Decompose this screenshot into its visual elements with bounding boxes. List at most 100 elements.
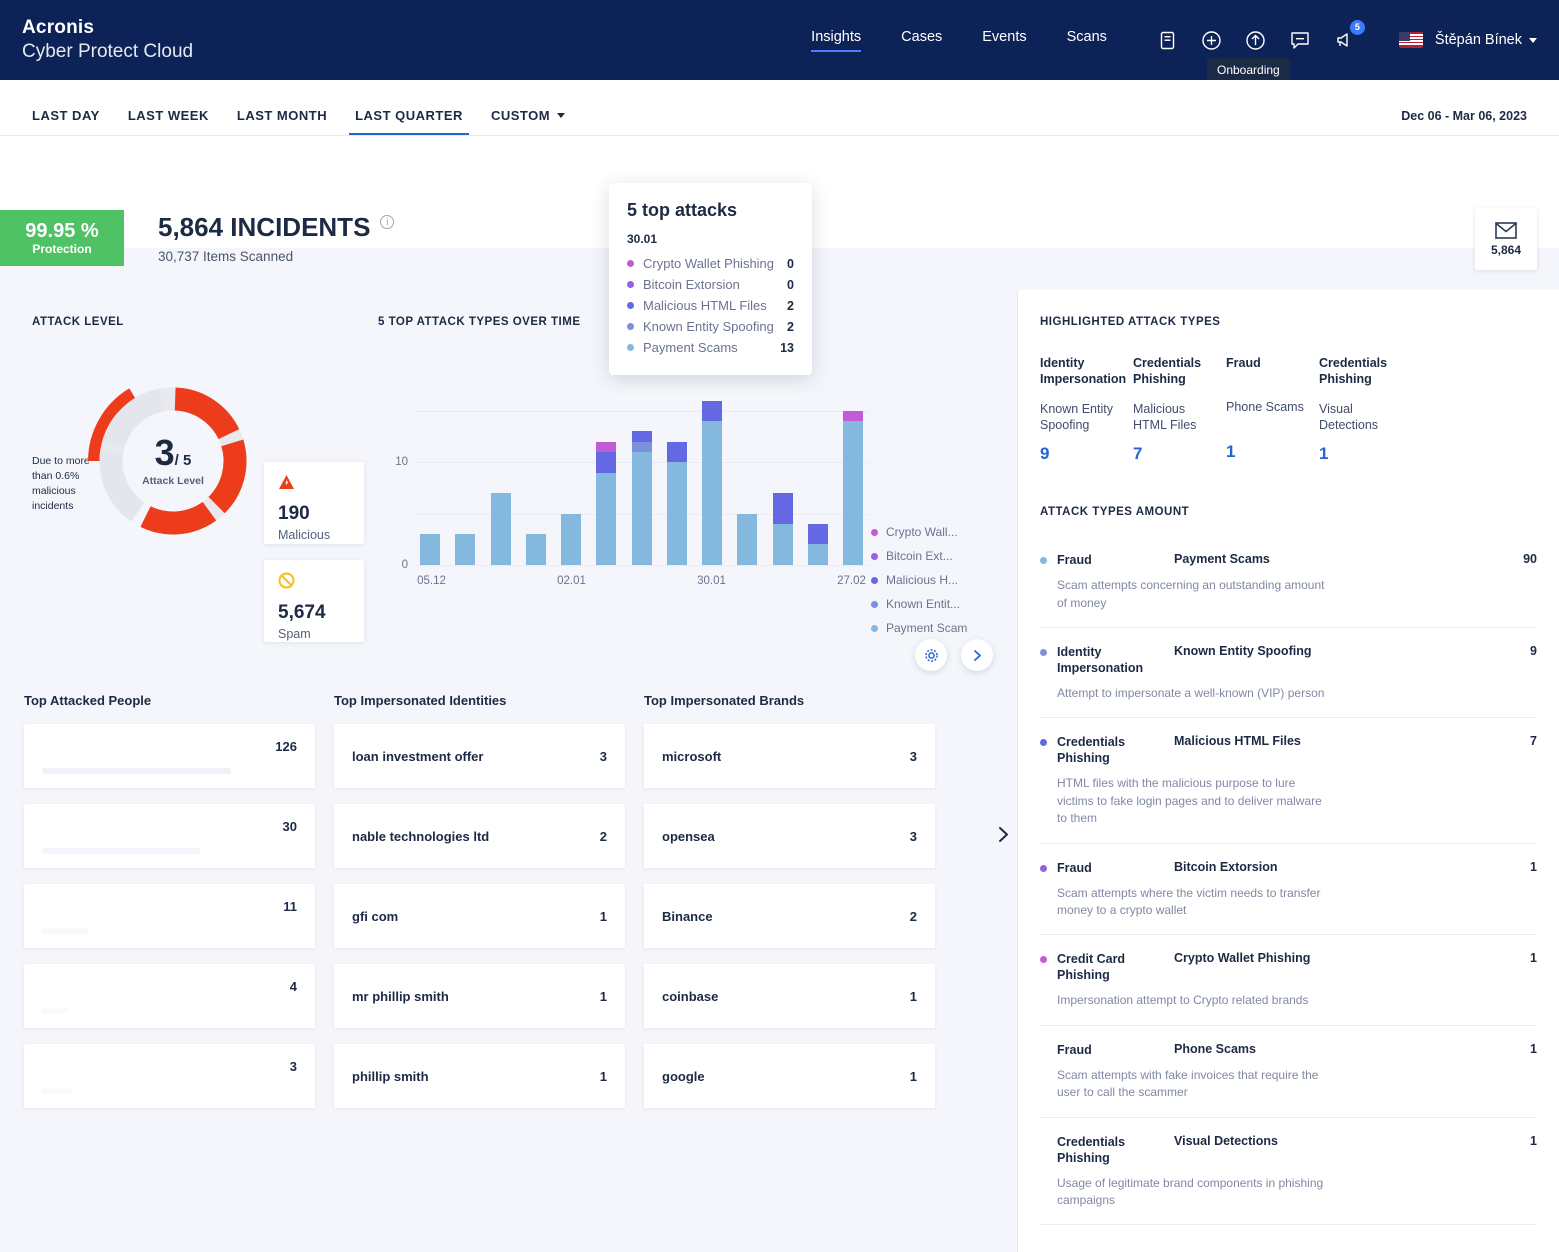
bar-column[interactable] [525,380,546,565]
x-tick-label: 02.01 [557,575,586,587]
attack-level-max: / 5 [174,452,192,469]
attack-types-amount-list: Fraud Payment Scams 90 Scam attempts concer… [1040,536,1537,1226]
nav-link-scans[interactable]: Scans [1067,29,1107,52]
bar-segment [596,472,617,565]
attack-type-count: 1 [1530,1133,1537,1148]
bar-column[interactable] [737,380,758,565]
nav-link-insights[interactable]: Insights [811,29,861,52]
attack-type-row[interactable]: Credit Card Phishing Crypto Wallet Phishi… [1040,935,1537,1026]
legend-label: Crypto Wall... [886,525,958,539]
bar-segment [737,513,758,565]
bar-column[interactable] [561,380,581,565]
attack-type-row[interactable]: Fraud Phone Scams 1 Scam attempts with fake… [1040,1026,1537,1118]
language-flag-icon[interactable] [1398,32,1423,48]
bar-column[interactable] [807,380,828,565]
list-item-count: 1 [599,988,607,1004]
mail-count-card[interactable]: 5,864 [1475,208,1537,270]
attack-type-row[interactable]: Fraud Payment Scams 90 Scam attempts concer… [1040,536,1537,629]
legend-label: Malicious H... [886,573,959,587]
list-item[interactable]: loan investment offer 3 [334,724,625,788]
plus-circle-icon[interactable] [1199,27,1225,53]
bar-column[interactable] [420,380,440,565]
bar-column[interactable] [772,380,793,565]
tab-last-week[interactable]: LAST WEEK [114,108,223,135]
highlighted-attack-type[interactable]: Credentials Phishing Malicious HTML Files… [1133,356,1226,464]
bar-column[interactable] [631,380,652,565]
next-page-button[interactable] [961,639,993,671]
highlighted-attack-type[interactable]: Identity Impersonation Known Entity Spoof… [1040,356,1133,464]
bar-column[interactable] [455,380,476,565]
legend-dot-icon [627,281,634,288]
tooltip-row-label: Payment Scams [643,340,738,355]
legend-dot-icon [871,600,878,608]
bar-segment [702,400,722,422]
highlighted-category: Credentials Phishing [1133,356,1202,386]
attack-type-row[interactable]: Credentials Phishing Visual Detections 1 Us… [1040,1118,1537,1226]
legend-item[interactable]: Payment Scam [871,621,991,635]
legend-dot-icon [627,260,634,267]
attack-type-description: Impersonation attempt to Crypto related … [1057,993,1309,1008]
bar-column[interactable] [843,380,863,565]
time-filter-bar: LAST DAY LAST WEEK LAST MONTH LAST QUART… [0,80,1559,136]
list-item[interactable]: mr phillip smith 1 [334,964,625,1028]
y-tick-label: 0 [401,559,408,571]
list-item[interactable]: phillip smith 1 [334,1044,625,1108]
list-item[interactable]: coinbase 1 [644,964,935,1028]
list-item[interactable]: google 1 [644,1044,935,1108]
attack-type-description: Scam attempts where the victim needs to … [1057,885,1321,917]
settings-gear-button[interactable] [915,639,947,671]
chat-icon[interactable] [1287,27,1313,53]
tab-last-quarter[interactable]: LAST QUARTER [341,108,477,135]
list-item[interactable]: 4 [24,964,315,1028]
list-item[interactable]: gfi com 1 [334,884,625,948]
list-item-count: 1 [599,1068,607,1084]
attack-type-row[interactable]: Identity Impersonation Known Entity Spoof… [1040,628,1537,719]
list-item[interactable]: 3 [24,1044,315,1108]
legend-item[interactable]: Crypto Wall... [871,525,991,539]
list-item[interactable]: Binance 2 [644,884,935,948]
document-icon[interactable] [1155,27,1181,53]
list-item[interactable]: 11 [24,884,315,948]
list-item[interactable]: nable technologies ltd 2 [334,804,625,868]
attack-type-row[interactable]: Credentials Phishing Malicious HTML Files… [1040,718,1537,844]
spam-stat-card: 5,674 Spam [264,560,364,642]
list-item[interactable]: microsoft 3 [644,724,935,788]
bar-column[interactable] [490,380,511,565]
attack-type-description: Scam attempts concerning an outstanding … [1057,578,1325,610]
list-item-count: 2 [599,828,607,844]
nav-link-events[interactable]: Events [982,29,1026,52]
upload-icon[interactable] [1243,27,1269,53]
bar-segment [772,523,793,565]
right-column: HIGHLIGHTED ATTACK TYPES Identity Impers… [1018,290,1559,1252]
attack-type-row[interactable]: Fraud Bitcoin Extorsion 1 Scam attempts whe… [1040,844,1537,936]
legend-item[interactable]: Known Entit... [871,597,991,611]
bar-column[interactable] [702,380,722,565]
legend-item[interactable]: Malicious H... [871,573,991,587]
megaphone-icon[interactable]: 5 [1331,20,1365,53]
y-tick-label: 10 [395,456,408,469]
tab-last-month[interactable]: LAST MONTH [223,108,341,135]
nav-icon-group: 5 [1155,20,1365,53]
list-item-name: google [662,1068,705,1084]
attack-level-note: Due to more than 0.6% malicious incident… [32,455,90,512]
lists-next-arrow[interactable] [996,825,1011,849]
nav-link-cases[interactable]: Cases [901,29,942,52]
donut-center: 3/ 5 Attack Level [88,376,258,546]
highlighted-attack-type[interactable]: Credentials Phishing Visual Detections 1 [1319,356,1412,464]
tooltip-row: Known Entity Spoofing 2 [627,319,794,334]
tab-custom[interactable]: CUSTOM [477,108,579,135]
tab-last-day[interactable]: LAST DAY [32,108,114,135]
list-item[interactable]: 126 [24,724,315,788]
tooltip-row-label: Malicious HTML Files [643,298,767,313]
tab-custom-label: CUSTOM [490,108,551,123]
legend-item[interactable]: Bitcoin Ext... [871,549,991,563]
list-item[interactable]: opensea 3 [644,804,935,868]
highlighted-attack-type[interactable]: Fraud Phone Scams 1 [1226,356,1319,464]
list-controls [915,639,993,671]
info-icon[interactable]: i [380,215,395,229]
bar-column[interactable] [596,380,617,565]
user-menu[interactable]: Štěpán Bínek [1435,32,1537,48]
chart-legend: Crypto Wall... Bitcoin Ext... Malicious H.… [871,525,991,645]
bar-column[interactable] [666,380,687,565]
list-item[interactable]: 30 [24,804,315,868]
